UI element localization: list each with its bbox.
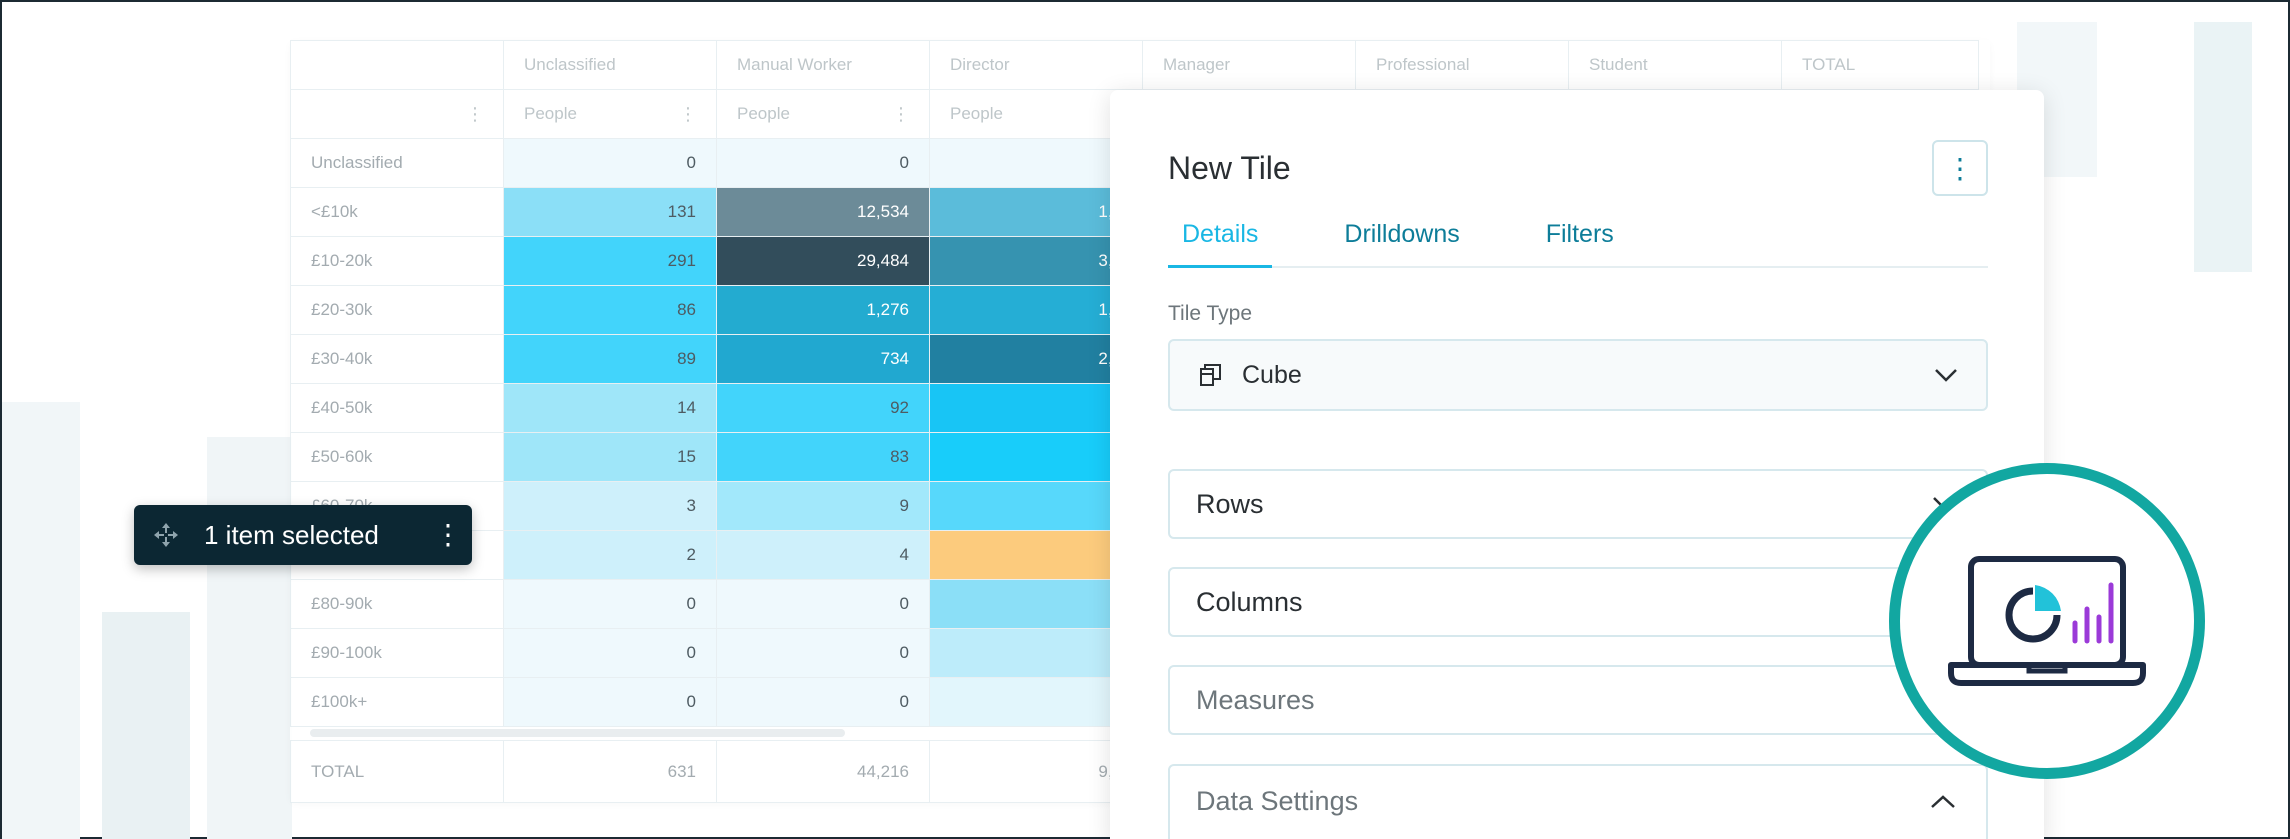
measure-label: People xyxy=(737,103,790,123)
section-measures[interactable]: Measures xyxy=(1168,665,1988,735)
background-bar xyxy=(102,612,190,839)
tile-type-label: Tile Type xyxy=(1168,302,1253,325)
section-measures-label: Measures xyxy=(1196,684,1315,715)
panel-title: New Tile xyxy=(1168,150,1291,186)
chevron-down-icon xyxy=(1935,369,1957,382)
selection-toolbar: 1 item selected ⋮ xyxy=(134,505,472,565)
tile-type-select[interactable]: Cube xyxy=(1168,339,1988,411)
row-label: £10-20k xyxy=(290,236,504,286)
column-menu-icon[interactable]: ⋮ xyxy=(892,104,910,125)
data-cell: 0 xyxy=(716,138,930,188)
data-cell: 15 xyxy=(503,432,717,482)
move-icon[interactable] xyxy=(152,521,180,549)
new-tile-panel: New Tile ⋮ Details Drilldowns Filters Ti… xyxy=(1110,90,2044,839)
laptop-chart-icon xyxy=(1948,556,2146,686)
data-cell: 0 xyxy=(716,677,930,727)
row-label: £90-100k xyxy=(290,628,504,678)
row-header-cell: ⋮ xyxy=(290,89,504,139)
tile-type-value: Cube xyxy=(1242,360,1302,389)
tab-details[interactable]: Details xyxy=(1168,210,1273,268)
kebab-icon: ⋮ xyxy=(1946,152,1974,184)
data-cell: 4 xyxy=(716,530,930,580)
column-measure-header: People ⋮ xyxy=(716,89,930,139)
data-cell: 0 xyxy=(503,628,717,678)
cube-icon xyxy=(1200,364,1221,386)
data-cell: 9 xyxy=(716,481,930,531)
column-menu-icon[interactable]: ⋮ xyxy=(466,104,484,125)
data-cell: 0 xyxy=(503,579,717,629)
section-rows-label: Rows xyxy=(1196,488,1264,519)
row-label: Unclassified xyxy=(290,138,504,188)
data-cell: 83 xyxy=(716,432,930,482)
data-cell: 86 xyxy=(503,285,717,335)
chevron-up-icon xyxy=(1931,795,1955,808)
row-label: £50-60k xyxy=(290,432,504,482)
data-cell: 3 xyxy=(503,481,717,531)
row-label: £40-50k xyxy=(290,383,504,433)
section-columns-label: Columns xyxy=(1196,586,1303,617)
data-cell: 0 xyxy=(503,138,717,188)
section-data-settings[interactable]: Data Settings xyxy=(1168,764,1988,839)
selection-menu-icon[interactable]: ⋮ xyxy=(434,521,462,549)
column-measure-header: People ⋮ xyxy=(503,89,717,139)
section-columns[interactable]: Columns xyxy=(1168,567,1988,637)
data-cell: 0 xyxy=(503,677,717,727)
row-label: £80-90k xyxy=(290,579,504,629)
data-cell: 0 xyxy=(716,579,930,629)
column-group-header: TOTAL xyxy=(1781,40,1979,90)
data-cell: 92 xyxy=(716,383,930,433)
row-label: £30-40k xyxy=(290,334,504,384)
tab-drilldowns[interactable]: Drilldowns xyxy=(1330,210,1473,268)
panel-menu-button[interactable]: ⋮ xyxy=(1932,140,1988,196)
background-bar xyxy=(207,437,292,839)
data-cell: 89 xyxy=(503,334,717,384)
row-label: <£10k xyxy=(290,187,504,237)
data-cell: 0 xyxy=(716,628,930,678)
data-cell: 29,484 xyxy=(716,236,930,286)
column-group-header: Director xyxy=(929,40,1143,90)
column-group-header: Professional xyxy=(1355,40,1569,90)
analytics-badge xyxy=(1889,463,2205,779)
measure-label: People xyxy=(950,103,1003,123)
data-cell: 131 xyxy=(503,187,717,237)
column-menu-icon[interactable]: ⋮ xyxy=(679,104,697,125)
panel-tabs: Details Drilldowns Filters xyxy=(1168,210,1988,268)
data-cell: 734 xyxy=(716,334,930,384)
column-group-header: Manual Worker xyxy=(716,40,930,90)
horizontal-scrollbar[interactable] xyxy=(310,729,845,737)
background-bar xyxy=(2,402,80,839)
column-group-header: Student xyxy=(1568,40,1782,90)
data-cell: 1,276 xyxy=(716,285,930,335)
corner-cell xyxy=(290,40,504,90)
row-label: £20-30k xyxy=(290,285,504,335)
column-group-header: Manager xyxy=(1142,40,1356,90)
total-cell: 631 xyxy=(503,740,717,803)
tab-filters[interactable]: Filters xyxy=(1532,210,1628,268)
section-rows[interactable]: Rows xyxy=(1168,469,1988,539)
data-cell: 14 xyxy=(503,383,717,433)
data-cell: 291 xyxy=(503,236,717,286)
header-row-groups: Unclassified Manual Worker Director Manager… xyxy=(290,40,1979,90)
background-bar xyxy=(2194,22,2252,272)
total-cell: 44,216 xyxy=(716,740,930,803)
row-label: £100k+ xyxy=(290,677,504,727)
measure-label: People xyxy=(524,103,577,123)
data-cell: 12,534 xyxy=(716,187,930,237)
selection-count: 1 item selected xyxy=(204,519,379,550)
data-cell: 2 xyxy=(503,530,717,580)
total-label: TOTAL xyxy=(290,740,504,803)
column-group-header: Unclassified xyxy=(503,40,717,90)
section-data-settings-label: Data Settings xyxy=(1196,786,1359,816)
